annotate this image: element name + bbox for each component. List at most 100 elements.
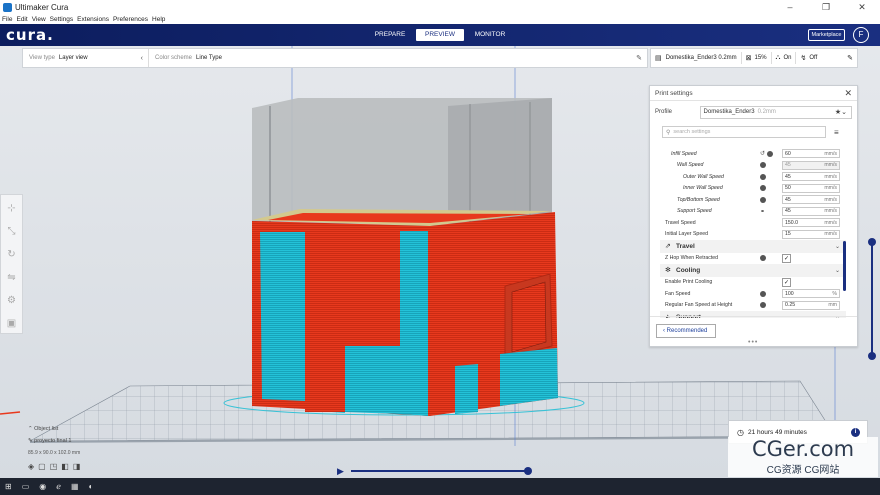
account-avatar[interactable]: F [853,27,869,43]
search-input[interactable]: ⚲ search settings [662,126,826,138]
settings-category-travel[interactable]: ⇗ Travel ⌄ [660,240,846,253]
setting-value-field[interactable]: 45 mm/s [782,160,840,170]
taskbar-app-icon[interactable]: ▦ [71,482,79,491]
3d-viewport[interactable]: View type Layer view ‹ Color scheme Line… [0,46,880,478]
setting-row[interactable]: Infill Speed ↺ 60 mm/s [660,148,846,160]
view-left-icon[interactable]: ◧ [61,462,69,471]
view-front-icon[interactable]: ▢ [38,462,46,471]
setting-value-field[interactable]: 45 mm/s [782,195,840,205]
clock-icon: ◷ [737,427,744,437]
view-type-selector[interactable]: View type Layer view ‹ [23,49,149,67]
taskbar-cura-icon[interactable]: ◐ [89,482,94,491]
info-icon[interactable]: i [851,427,860,437]
minimize-button[interactable]: – [772,0,808,15]
setting-value-field[interactable]: 60 mm/s [782,149,840,159]
move-tool-icon[interactable]: ⊹ [1,198,22,218]
print-setup-bar[interactable]: ▤ Domestika_Ender3 0.2mm ⊠ 15% ⛬ On ↯ Of… [650,48,858,68]
inherit-icon[interactable] [760,162,766,169]
setting-row[interactable]: Outer Wall Speed 45 mm/s [660,171,846,183]
inherit-icon[interactable] [760,302,766,309]
scale-tool-icon[interactable]: ⤡ [1,221,22,241]
rotate-tool-icon[interactable]: ↻ [1,244,22,264]
play-icon[interactable]: ▶ [337,466,344,477]
taskbar-edge-icon[interactable]: ℯ [56,482,61,491]
setting-row[interactable]: Inner Wall Speed 50 mm/s [660,183,846,195]
menu-edit[interactable]: Edit [16,16,27,23]
inherit-icon[interactable] [760,173,766,180]
setting-value-field[interactable]: 0.25 mm [782,300,840,310]
menu-settings[interactable]: Settings [50,16,74,23]
resize-grip-icon[interactable]: ••• [748,339,758,346]
close-window-button[interactable]: ✕ [844,0,880,15]
menu-help[interactable]: Help [152,16,165,23]
chevron-down-icon[interactable]: ⌄ [835,267,840,274]
inherit-icon[interactable] [760,290,766,297]
stage-tabs: PREPARE PREVIEW MONITOR [365,29,515,41]
menu-file[interactable]: File [2,16,12,23]
taskbar-folder-icon[interactable]: ▭ [22,482,30,491]
settings-category-cooling[interactable]: ✻ Cooling ⌄ [660,264,846,277]
setting-row[interactable]: Fan Speed 100% [660,288,846,300]
recommended-button[interactable]: ‹ Recommended [656,324,716,338]
setting-value-field[interactable]: 45 mm/s [782,206,840,216]
setting-value-field[interactable]: 45 mm/s [782,172,840,182]
collapse-chevron-icon[interactable]: ‹ [141,55,143,62]
setting-value-field[interactable]: 100% [782,289,840,299]
chevron-down-icon[interactable]: ⌄ [835,243,840,250]
setting-row[interactable]: Regular Fan Speed at Height 0.25 mm [660,300,846,312]
menu-preferences[interactable]: Preferences [113,16,148,23]
close-icon[interactable]: ✕ [844,86,852,101]
star-chevron-down-icon[interactable]: ★⌄ [835,108,847,116]
object-name-row[interactable]: ✎ proyecto final 1 [28,438,80,444]
profile-dropdown[interactable]: Domestika_Ender3 0.2mm ★⌄ [699,105,852,119]
setting-row[interactable]: Enable Print Cooling ✓ [660,277,846,289]
edit-pencil-icon[interactable]: ✎ [636,54,642,62]
color-scheme-selector[interactable]: Color scheme Line Type ✎ [149,49,647,67]
view-top-icon[interactable]: ◳ [50,462,58,471]
maximize-button[interactable]: ❐ [808,0,844,15]
support-blocker-icon[interactable]: ▣ [1,313,22,333]
inherit-icon[interactable] [767,150,774,157]
settings-menu-icon[interactable]: ≡ [834,128,839,137]
setting-row[interactable]: Wall Speed 45 mm/s [660,160,846,172]
setting-row[interactable]: Initial Layer Speed 15 mm/s [660,229,846,241]
marketplace-button[interactable]: Marketplace [808,29,845,41]
setting-row[interactable]: Support Speed ⚭ 45 mm/s [660,206,846,218]
setting-value-field[interactable]: 150.0 mm/s [782,218,840,228]
per-model-settings-icon[interactable]: ⚙ [1,290,22,310]
setting-row[interactable]: Top/Bottom Speed 45 mm/s [660,194,846,206]
setting-label: Outer Wall Speed [683,173,724,180]
mirror-tool-icon[interactable]: ⇋ [1,267,22,287]
inherit-icon[interactable] [760,196,766,203]
inherit-icon[interactable] [760,185,766,192]
tab-prepare[interactable]: PREPARE [366,29,414,41]
setting-value-field[interactable]: 50 mm/s [782,183,840,193]
taskbar-browser-icon[interactable]: ◉ [39,482,46,491]
link-icon[interactable]: ⚭ [760,208,765,215]
inherit-icon[interactable] [760,255,766,262]
object-list-toggle[interactable]: ⌃ Object list [28,426,80,432]
menu-extensions[interactable]: Extensions [77,16,109,23]
view-right-icon[interactable]: ◨ [73,462,81,471]
setting-checkbox[interactable]: ✓ [782,253,791,263]
setting-value-field[interactable]: 15 mm/s [782,229,840,239]
edit-print-setup-icon[interactable]: ✎ [847,54,853,62]
layer-slider-bottom-handle[interactable] [868,352,876,360]
layer-slider[interactable] [868,238,876,360]
view-3d-icon[interactable]: ◈ [28,462,34,471]
menu-view[interactable]: View [32,16,46,23]
settings-scrollbar[interactable] [843,241,846,291]
setting-checkbox[interactable]: ✓ [782,277,791,287]
adhesion-value: Off [809,55,818,61]
settings-list[interactable]: Infill Speed ↺ 60 mm/s Wall Speed 45 mm/s Outer… [660,148,846,318]
simulation-handle[interactable] [524,467,532,475]
tab-monitor[interactable]: MONITOR [466,29,514,41]
simulation-track[interactable] [351,470,529,472]
setting-row[interactable]: Z Hop When Retracted ✓ [660,253,846,265]
layer-slider-top-handle[interactable] [868,238,876,246]
reset-icon[interactable]: ↺ [760,150,765,157]
skin-right-post [455,364,478,414]
start-icon[interactable]: ⊞ [5,482,12,491]
setting-row[interactable]: Travel Speed 150.0 mm/s [660,217,846,229]
tab-preview[interactable]: PREVIEW [416,29,464,41]
